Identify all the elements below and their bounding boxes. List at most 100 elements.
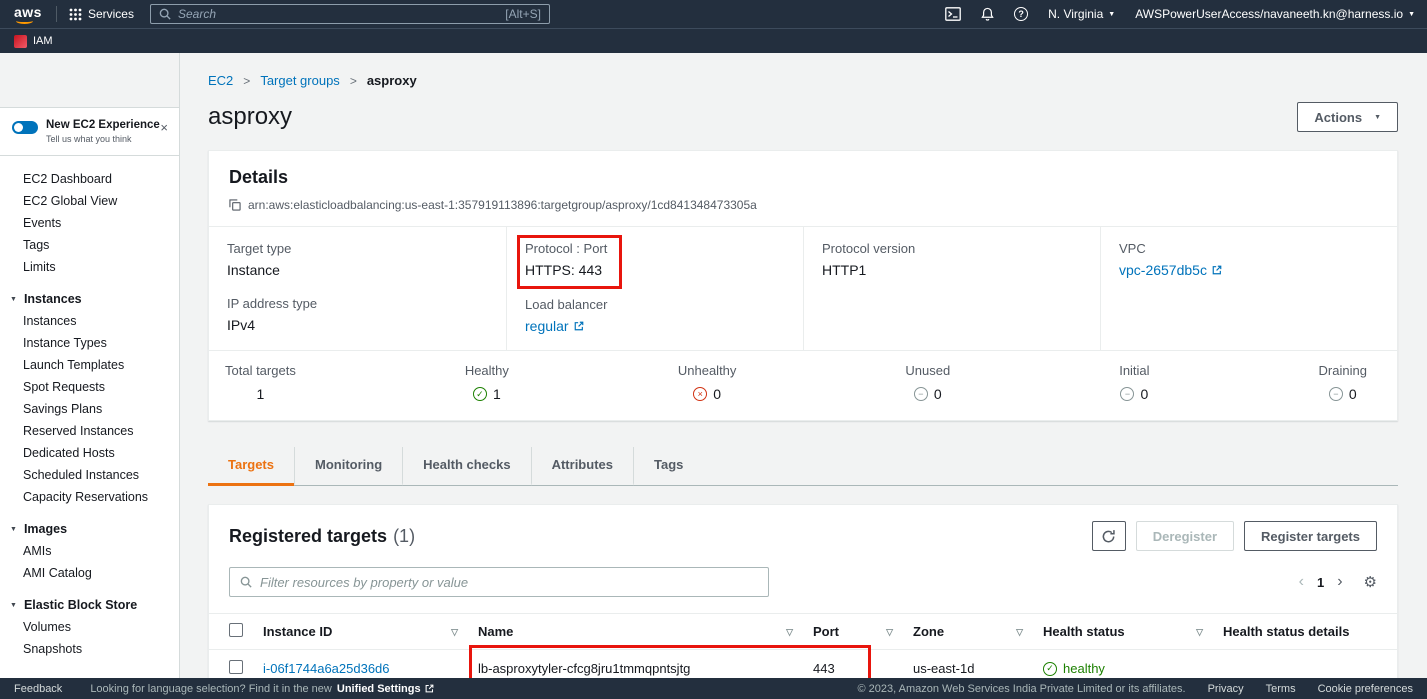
sidebar-item-ec2-dashboard[interactable]: EC2 Dashboard <box>0 168 179 190</box>
register-targets-button[interactable]: Register targets <box>1244 521 1377 551</box>
page-number[interactable]: 1 <box>1317 575 1324 590</box>
sidebar-item-launch-templates[interactable]: Launch Templates <box>0 354 179 376</box>
sort-icon[interactable]: ▽ <box>786 627 793 638</box>
topbar-right: ? N. Virginia ▼ AWSPowerUserAccess/navan… <box>945 7 1415 21</box>
sort-icon[interactable]: ▽ <box>451 627 458 638</box>
sort-icon[interactable]: ▽ <box>886 627 893 638</box>
favorites-bar: IAM <box>0 28 1427 53</box>
column-port[interactable]: Port▽ <box>803 614 903 650</box>
refresh-button[interactable] <box>1092 521 1126 551</box>
sidebar-item-reserved-instances[interactable]: Reserved Instances <box>0 420 179 442</box>
cell-zone: us-east-1d <box>903 650 1033 679</box>
actions-button[interactable]: Actions ▼ <box>1297 102 1398 132</box>
table-settings-gear-icon[interactable]: ⚙ <box>1364 573 1377 591</box>
favorite-iam-label: IAM <box>33 35 53 47</box>
arn-text: arn:aws:elasticloadbalancing:us-east-1:3… <box>248 198 757 212</box>
select-all-checkbox[interactable] <box>229 623 243 637</box>
next-page-button[interactable]: › <box>1337 574 1342 590</box>
registered-targets-count: (1) <box>393 526 415 546</box>
instance-id-link[interactable]: i-06f1744a6a25d36d6 <box>263 661 390 676</box>
sidebar-section-elastic-block-store[interactable]: ▼ Elastic Block Store <box>0 594 179 616</box>
cloudshell-button[interactable] <box>945 7 961 21</box>
field-target-type: Target type Instance <box>227 241 488 278</box>
field-ip-address-type: IP address type IPv4 <box>227 296 488 333</box>
new-experience-subtitle[interactable]: Tell us what you think <box>46 134 160 144</box>
sidebar-item-instance-types[interactable]: Instance Types <box>0 332 179 354</box>
deregister-button[interactable]: Deregister <box>1136 521 1234 551</box>
sidebar-item-ec2-global-view[interactable]: EC2 Global View <box>0 190 179 212</box>
footer-language-note: Looking for language selection? Find it … <box>90 683 433 695</box>
tab-attributes[interactable]: Attributes <box>531 447 633 486</box>
top-navigation-bar: aws Services [Alt+S] ? <box>0 0 1427 28</box>
sidebar-item-snapshots[interactable]: Snapshots <box>0 638 179 660</box>
cookie-preferences-link[interactable]: Cookie preferences <box>1318 683 1413 695</box>
breadcrumb-ec2[interactable]: EC2 <box>208 73 233 88</box>
load-balancer-link[interactable]: regular <box>525 318 584 334</box>
help-button[interactable]: ? <box>1014 7 1028 21</box>
sidebar-item-spot-requests[interactable]: Spot Requests <box>0 376 179 398</box>
sidebar-item-capacity-reservations[interactable]: Capacity Reservations <box>0 486 179 508</box>
column-name[interactable]: Name▽ <box>468 614 803 650</box>
sidebar-item-events[interactable]: Events <box>0 212 179 234</box>
sidebar-section-instances[interactable]: ▼ Instances <box>0 288 179 310</box>
global-search-box[interactable]: [Alt+S] <box>150 4 550 24</box>
page-body: New EC2 Experience Tell us what you thin… <box>0 53 1427 678</box>
sort-icon[interactable]: ▽ <box>1196 627 1203 638</box>
healthy-check-icon: ✓ <box>473 387 487 401</box>
sidebar-item-savings-plans[interactable]: Savings Plans <box>0 398 179 420</box>
section-title: Instances <box>24 292 82 306</box>
sidebar-item-amis[interactable]: AMIs <box>0 540 179 562</box>
sidebar-item-instances[interactable]: Instances <box>0 310 179 332</box>
field-value: HTTP1 <box>822 262 1082 278</box>
account-menu[interactable]: AWSPowerUserAccess/navaneeth.kn@harness.… <box>1135 7 1415 21</box>
section-collapse-icon: ▼ <box>10 602 17 609</box>
copy-icon[interactable] <box>229 199 241 211</box>
column-health-status[interactable]: Health status▽ <box>1033 614 1213 650</box>
external-link-icon <box>1212 265 1222 275</box>
healthy-check-icon: ✓ <box>1043 662 1057 676</box>
vpc-link[interactable]: vpc-2657db5c <box>1119 262 1222 278</box>
feedback-link[interactable]: Feedback <box>14 683 62 695</box>
breadcrumb-target-groups[interactable]: Target groups <box>260 73 340 88</box>
external-link-icon <box>574 321 584 331</box>
sidebar-section-images[interactable]: ▼ Images <box>0 518 179 540</box>
sidebar-item-limits[interactable]: Limits <box>0 256 179 278</box>
column-instance-id[interactable]: Instance ID▽ <box>253 614 468 650</box>
region-selector[interactable]: N. Virginia ▼ <box>1048 7 1115 21</box>
search-input[interactable] <box>178 7 498 21</box>
services-menu-button[interactable]: Services <box>69 7 134 21</box>
account-label: AWSPowerUserAccess/navaneeth.kn@harness.… <box>1135 7 1403 21</box>
sidebar-item-dedicated-hosts[interactable]: Dedicated Hosts <box>0 442 179 464</box>
notifications-button[interactable] <box>981 7 994 21</box>
close-icon[interactable]: × <box>160 121 168 134</box>
page-header: asproxy Actions ▼ <box>208 102 1398 132</box>
tab-tags[interactable]: Tags <box>633 447 703 486</box>
cell-name: lb-asproxytyler-cfcg8jru1tmmqpntsjtg <box>468 650 803 679</box>
tab-targets[interactable]: Targets <box>208 447 294 486</box>
new-experience-toggle[interactable] <box>12 121 38 134</box>
tab-monitoring[interactable]: Monitoring <box>294 447 402 486</box>
pagination: ‹ 1 › ⚙ <box>1299 573 1377 591</box>
previous-page-button[interactable]: ‹ <box>1299 574 1304 590</box>
sort-icon[interactable]: ▽ <box>1016 627 1023 638</box>
row-checkbox[interactable] <box>229 660 243 674</box>
sidebar-item-volumes[interactable]: Volumes <box>0 616 179 638</box>
field-label: Protocol version <box>822 241 1082 256</box>
details-column-4: VPC vpc-2657db5c <box>1100 227 1397 350</box>
sidebar-item-ami-catalog[interactable]: AMI Catalog <box>0 562 179 584</box>
registered-targets-card: Registered targets(1) Deregister Registe… <box>208 504 1398 678</box>
external-link-icon <box>425 684 434 693</box>
sidebar-item-scheduled-instances[interactable]: Scheduled Instances <box>0 464 179 486</box>
targets-table: Instance ID▽ Name▽ Port▽ Zone▽ Health st… <box>209 613 1397 678</box>
privacy-link[interactable]: Privacy <box>1208 683 1244 695</box>
filter-input[interactable] <box>260 575 758 590</box>
aws-logo[interactable]: aws <box>12 4 48 25</box>
column-zone[interactable]: Zone▽ <box>903 614 1033 650</box>
unified-settings-link[interactable]: Unified Settings <box>337 683 434 695</box>
breadcrumb-separator: > <box>350 74 357 88</box>
terms-link[interactable]: Terms <box>1266 683 1296 695</box>
favorite-iam[interactable]: IAM <box>14 35 53 48</box>
tab-health-checks[interactable]: Health checks <box>402 447 530 486</box>
sidebar-item-tags[interactable]: Tags <box>0 234 179 256</box>
filter-box[interactable] <box>229 567 769 597</box>
